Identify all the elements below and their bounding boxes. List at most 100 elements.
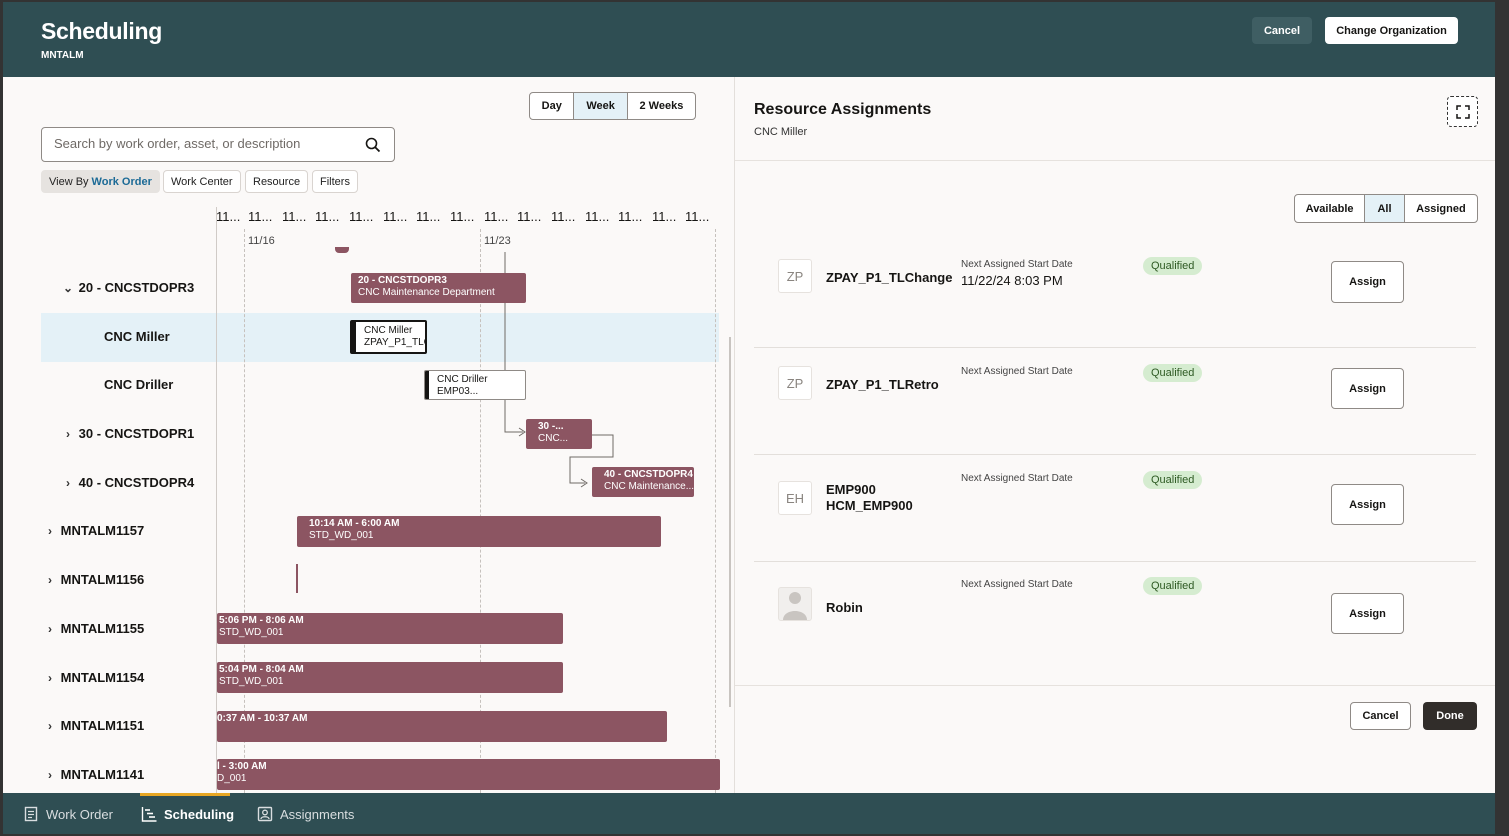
row-label: MNTALM1156 bbox=[60, 572, 145, 587]
filters-chip[interactable]: Filters bbox=[312, 170, 358, 193]
avatar: EH bbox=[778, 481, 812, 515]
gantt-bar-work-order[interactable]: 0:37 AM - 10:37 AM bbox=[217, 711, 667, 742]
tick-label: 11... bbox=[618, 209, 643, 224]
search-icon[interactable] bbox=[365, 137, 381, 153]
tick-label: 11... bbox=[585, 209, 610, 224]
document-icon bbox=[24, 806, 38, 822]
bar-subtitle: STD_WD_001 bbox=[219, 676, 284, 687]
gantt-bar-work-order[interactable]: 5:04 PM - 8:04 AM STD_WD_001 bbox=[217, 662, 563, 693]
bar-subtitle: D_001 bbox=[217, 773, 247, 784]
fullscreen-button[interactable] bbox=[1447, 96, 1478, 127]
gantt-bar-work-order[interactable]: 5:06 PM - 8:06 AM STD_WD_001 bbox=[217, 613, 563, 644]
next-start-label: Next Assigned Start Date bbox=[961, 473, 1073, 484]
search-input[interactable] bbox=[54, 136, 354, 151]
resource-card: Robin Next Assigned Start Date Qualified… bbox=[754, 561, 1476, 668]
assign-button[interactable]: Assign bbox=[1331, 593, 1404, 634]
bar-subtitle: ZPAY_P1_TLC bbox=[364, 337, 427, 348]
row-resource-cnc-miller[interactable]: CNC Miller bbox=[104, 329, 170, 344]
view-day-button[interactable]: Day bbox=[530, 93, 575, 119]
tick-label: 11... bbox=[450, 209, 475, 224]
chevron-right-icon[interactable]: › bbox=[43, 768, 57, 782]
tick-label: 11... bbox=[484, 209, 509, 224]
qualified-badge: Qualified bbox=[1143, 364, 1203, 382]
gantt-bar-cnc-miller[interactable]: CNC Miller ZPAY_P1_TLC bbox=[350, 320, 427, 354]
row-label: 40 - CNCSTDOPR4 bbox=[78, 475, 195, 490]
change-organization-button[interactable]: Change Organization bbox=[1325, 17, 1458, 44]
assignment-filter-toggle: Available All Assigned bbox=[1294, 194, 1478, 223]
filter-all-button[interactable]: All bbox=[1365, 195, 1405, 222]
row-label: 30 - CNCSTDOPR1 bbox=[78, 426, 195, 441]
gantt-pane: Day Week 2 Weeks View By Work Order Work… bbox=[3, 77, 734, 793]
row-label: MNTALM1151 bbox=[60, 718, 145, 733]
row-work-order[interactable]: › MNTALM1151 bbox=[43, 718, 144, 733]
page-header: Scheduling MNTALM Cancel Change Organiza… bbox=[3, 2, 1495, 77]
chevron-right-icon[interactable]: › bbox=[43, 524, 57, 538]
avatar: ZP bbox=[778, 366, 812, 400]
gantt-bar-operation-40[interactable]: 40 - CNCSTDOPR4 CNC Maintenance... bbox=[592, 467, 694, 497]
nav-assignments[interactable]: Assignments bbox=[257, 803, 354, 825]
row-label: CNC Driller bbox=[104, 377, 174, 392]
resource-card: ZP ZPAY_P1_TLChange Next Assigned Start … bbox=[754, 241, 1476, 348]
row-label: 20 - CNCSTDOPR3 bbox=[78, 280, 195, 295]
nav-scheduling[interactable]: Scheduling bbox=[141, 803, 234, 825]
gantt-scrollbar[interactable] bbox=[729, 337, 731, 707]
chevron-down-icon[interactable]: ⌄ bbox=[61, 281, 75, 295]
row-work-order[interactable]: › MNTALM1156 bbox=[43, 572, 144, 587]
bar-title: 10:14 AM - 6:00 AM bbox=[309, 518, 400, 529]
tick-label: 11... bbox=[216, 209, 241, 224]
view-week-button[interactable]: Week bbox=[574, 93, 628, 119]
resource-name: EMP900 bbox=[826, 482, 876, 497]
gantt-bar-operation-20[interactable]: 20 - CNCSTDOPR3 CNC Maintenance Departmen… bbox=[351, 273, 526, 303]
row-resource-cnc-driller[interactable]: CNC Driller bbox=[104, 377, 173, 392]
row-operation-40[interactable]: › 40 - CNCSTDOPR4 bbox=[61, 475, 194, 490]
gantt-bar-partial[interactable] bbox=[335, 247, 349, 253]
gantt-bar-work-order[interactable]: l - 3:00 AM D_001 bbox=[217, 759, 720, 790]
search-field bbox=[41, 127, 395, 162]
resource-secondary-name: HCM_EMP900 bbox=[826, 498, 913, 513]
chevron-right-icon[interactable]: › bbox=[43, 671, 57, 685]
bar-title: 30 -... bbox=[538, 421, 564, 432]
row-work-order[interactable]: › MNTALM1155 bbox=[43, 621, 144, 636]
bar-subtitle: STD_WD_001 bbox=[219, 627, 284, 638]
row-work-order[interactable]: › MNTALM1141 bbox=[43, 767, 144, 782]
done-button[interactable]: Done bbox=[1423, 702, 1477, 730]
expand-icon bbox=[1455, 104, 1470, 119]
active-tab-indicator bbox=[140, 793, 230, 796]
gantt-bar-operation-30[interactable]: 30 -... CNC... bbox=[526, 419, 592, 449]
nav-work-order[interactable]: Work Order bbox=[23, 803, 113, 825]
chevron-right-icon[interactable]: › bbox=[61, 427, 75, 441]
assign-button[interactable]: Assign bbox=[1331, 368, 1404, 409]
gantt-bar-work-order[interactable]: 10:14 AM - 6:00 AM STD_WD_001 bbox=[297, 516, 661, 547]
cancel-button[interactable]: Cancel bbox=[1350, 702, 1411, 730]
assign-button[interactable]: Assign bbox=[1331, 261, 1404, 303]
gantt-bar-cnc-driller[interactable]: CNC Driller EMP03... bbox=[424, 370, 526, 400]
view-by-work-order-chip[interactable]: View By Work Order bbox=[41, 170, 160, 193]
bar-title: 0:37 AM - 10:37 AM bbox=[217, 713, 308, 724]
header-cancel-button[interactable]: Cancel bbox=[1252, 17, 1312, 44]
chevron-right-icon[interactable]: › bbox=[61, 476, 75, 490]
chevron-right-icon[interactable]: › bbox=[43, 622, 57, 636]
row-label: MNTALM1154 bbox=[60, 670, 145, 685]
row-work-order[interactable]: › MNTALM1154 bbox=[43, 670, 144, 685]
nav-label: Assignments bbox=[280, 806, 355, 822]
row-work-order[interactable]: › MNTALM1157 bbox=[43, 523, 144, 538]
work-center-chip[interactable]: Work Center bbox=[163, 170, 241, 193]
row-operation-20[interactable]: ⌄ 20 - CNCSTDOPR3 bbox=[61, 280, 194, 295]
bar-title: 5:04 PM - 8:04 AM bbox=[219, 664, 304, 675]
date-label: 11/16 bbox=[248, 235, 275, 247]
view-2weeks-button[interactable]: 2 Weeks bbox=[628, 93, 695, 119]
view-by-label: View By bbox=[49, 175, 89, 188]
chevron-right-icon[interactable]: › bbox=[43, 719, 57, 733]
filter-assigned-button[interactable]: Assigned bbox=[1405, 195, 1477, 222]
filter-available-button[interactable]: Available bbox=[1295, 195, 1366, 222]
nav-label: Scheduling bbox=[164, 806, 235, 822]
resource-card: EH EMP900 HCM_EMP900 Next Assigned Start… bbox=[754, 455, 1476, 562]
bar-subtitle: CNC Maintenance Department bbox=[358, 287, 495, 298]
resource-chip[interactable]: Resource bbox=[245, 170, 309, 193]
row-operation-30[interactable]: › 30 - CNCSTDOPR1 bbox=[61, 426, 194, 441]
tick-label: 11... bbox=[517, 209, 542, 224]
next-start-label: Next Assigned Start Date bbox=[961, 366, 1073, 377]
assign-button[interactable]: Assign bbox=[1331, 484, 1404, 525]
tick-label: 11... bbox=[383, 209, 408, 224]
chevron-right-icon[interactable]: › bbox=[43, 573, 57, 587]
